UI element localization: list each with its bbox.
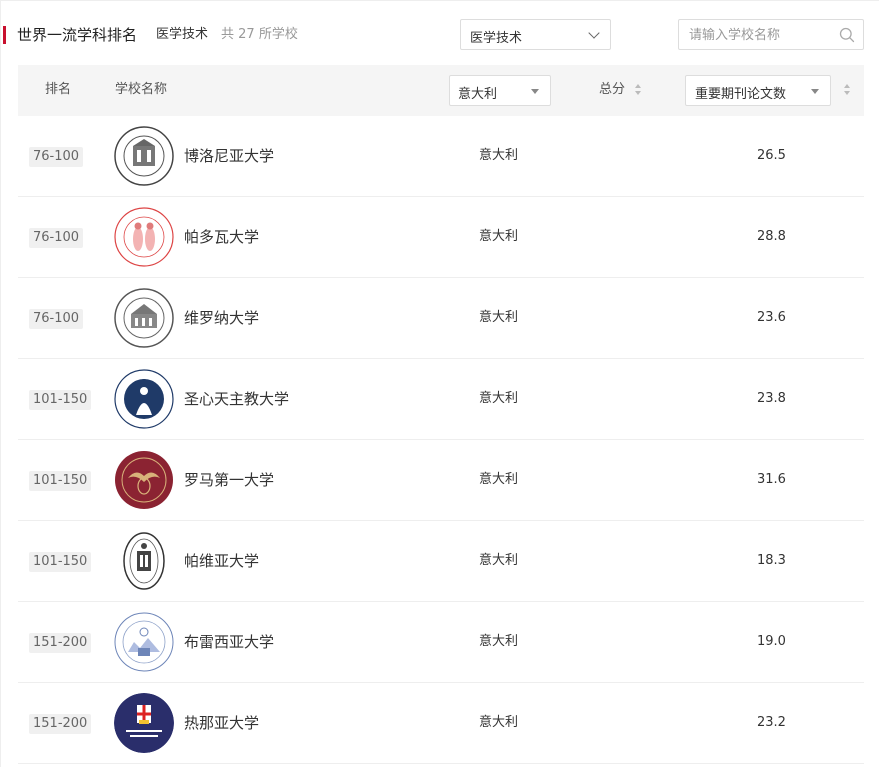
table-row[interactable]: 101-150 罗马第一大学 意大利 31.6 — [18, 440, 864, 521]
score-cell: 23.6 — [757, 310, 786, 325]
search-box — [678, 19, 864, 50]
country-cell: 意大利 — [479, 310, 519, 325]
school-name-link[interactable]: 帕多瓦大学 — [184, 227, 259, 247]
country-filter-select[interactable]: 意大利 — [449, 75, 551, 106]
rank-column-header: 排名 — [45, 82, 72, 97]
ranking-card: 世界一流学科排名 医学技术 共 27 所学校 医学技术 排名 学校名称 意大利 … — [0, 0, 879, 767]
indicator-select[interactable]: 重要期刊论文数 — [685, 75, 831, 106]
table-row[interactable]: 76-100 维罗纳大学 意大利 23.6 — [18, 278, 864, 359]
university-of-genoa-logo-icon — [114, 693, 174, 753]
sort-indicator-icon[interactable] — [844, 84, 851, 96]
count-value: 27 — [238, 27, 255, 42]
country-cell: 意大利 — [479, 148, 519, 163]
school-name-link[interactable]: 帕维亚大学 — [184, 551, 259, 571]
total-score-column-header[interactable]: 总分 — [599, 81, 625, 99]
rank-badge: 76-100 — [29, 228, 84, 248]
score-cell: 23.8 — [757, 391, 786, 406]
chevron-down-icon — [588, 27, 600, 39]
rank-badge: 151-200 — [29, 633, 92, 653]
score-cell: 26.5 — [757, 148, 786, 163]
school-name-link[interactable]: 维罗纳大学 — [184, 308, 259, 328]
school-name-link[interactable]: 布雷西亚大学 — [184, 632, 274, 652]
country-cell: 意大利 — [479, 229, 519, 244]
score-cell: 23.2 — [757, 715, 786, 730]
country-cell: 意大利 — [479, 472, 519, 487]
university-of-padua-seal-icon — [114, 207, 174, 267]
country-cell: 意大利 — [479, 391, 519, 406]
table-header: 排名 学校名称 意大利 总分 重要期刊论文数 — [18, 65, 864, 116]
country-cell: 意大利 — [479, 715, 519, 730]
catholic-university-seal-icon — [114, 369, 174, 429]
title-accent-bar — [3, 26, 6, 44]
university-of-pavia-seal-icon — [123, 532, 165, 590]
university-of-verona-seal-icon — [114, 288, 174, 348]
school-name-link[interactable]: 热那亚大学 — [184, 713, 259, 733]
school-search-input[interactable] — [689, 26, 829, 44]
table-row[interactable]: 101-150 帕维亚大学 意大利 18.3 — [18, 521, 864, 602]
school-count: 共 27 所学校 — [221, 26, 298, 44]
university-of-bologna-seal-icon — [114, 126, 174, 186]
sapienza-seal-icon — [115, 451, 173, 509]
rank-badge: 76-100 — [29, 147, 84, 167]
caret-down-icon — [811, 89, 819, 94]
subject-label: 医学技术 — [156, 27, 209, 42]
school-name-link[interactable]: 博洛尼亚大学 — [184, 146, 274, 166]
subject-select[interactable]: 医学技术 — [460, 19, 611, 50]
search-icon[interactable] — [839, 27, 855, 43]
country-filter-value: 意大利 — [458, 87, 498, 102]
score-cell: 31.6 — [757, 472, 786, 487]
school-name-link[interactable]: 罗马第一大学 — [184, 470, 274, 490]
indicator-select-value: 重要期刊论文数 — [695, 87, 787, 102]
table-row[interactable]: 76-100 博洛尼亚大学 意大利 26.5 — [18, 116, 864, 197]
caret-down-icon — [531, 89, 539, 94]
rank-badge: 101-150 — [29, 471, 92, 491]
score-cell: 18.3 — [757, 553, 786, 568]
rank-badge: 101-150 — [29, 390, 92, 410]
university-of-brescia-seal-icon — [114, 612, 174, 672]
subject-select-value: 医学技术 — [470, 31, 523, 46]
school-name-column-header: 学校名称 — [115, 82, 168, 97]
school-name-link[interactable]: 圣心天主教大学 — [184, 389, 289, 409]
table-row[interactable]: 151-200 热那亚大学 意大利 23.2 — [18, 683, 864, 764]
country-cell: 意大利 — [479, 634, 519, 649]
sort-total-icon[interactable] — [635, 84, 642, 96]
table-row[interactable]: 101-150 圣心天主教大学 意大利 23.8 — [18, 359, 864, 440]
rank-badge: 151-200 — [29, 714, 92, 734]
country-cell: 意大利 — [479, 553, 519, 568]
score-cell: 19.0 — [757, 634, 786, 649]
table-row[interactable]: 151-200 布雷西亚大学 意大利 19.0 — [18, 602, 864, 683]
count-prefix: 共 — [221, 27, 235, 42]
page-title: 世界一流学科排名 — [17, 26, 138, 44]
rank-badge: 101-150 — [29, 552, 92, 572]
score-cell: 28.8 — [757, 229, 786, 244]
table-row[interactable]: 76-100 帕多瓦大学 意大利 28.8 — [18, 197, 864, 278]
rank-badge: 76-100 — [29, 309, 84, 329]
count-suffix: 所学校 — [258, 27, 298, 42]
